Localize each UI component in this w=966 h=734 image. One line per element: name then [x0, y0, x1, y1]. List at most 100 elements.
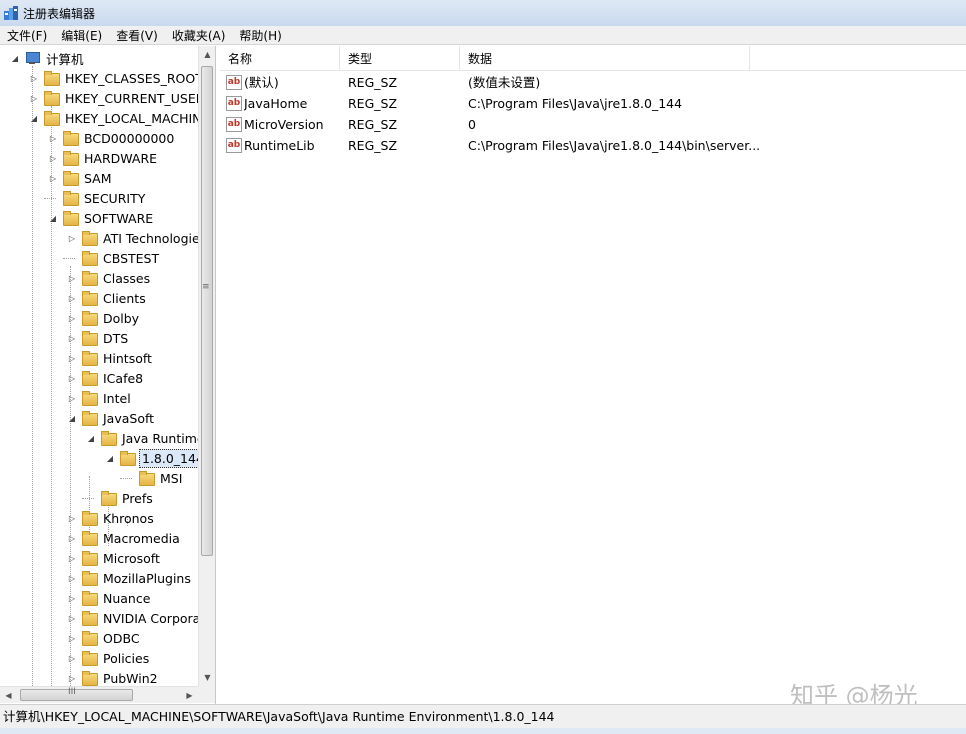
- tree-node-msi[interactable]: MSI: [120, 468, 184, 488]
- tree-node-dts[interactable]: ▷ DTS: [67, 328, 130, 348]
- expand-arrow-icon[interactable]: ▷: [67, 593, 77, 603]
- expand-arrow-icon[interactable]: ▷: [48, 153, 58, 163]
- collapse-arrow-icon[interactable]: ◢: [105, 453, 115, 463]
- tree-node-hintsoft[interactable]: ▷ Hintsoft: [67, 348, 154, 368]
- tree-node-javasoft[interactable]: ◢ JavaSoft: [67, 408, 156, 428]
- folder-icon: [43, 91, 60, 106]
- tree-node-label: Macromedia: [103, 530, 180, 546]
- value-data: C:\Program Files\Java\jre1.8.0_144\bin\s…: [468, 138, 761, 153]
- tree-node-macromedia[interactable]: ▷ Macromedia: [67, 528, 182, 548]
- collapse-arrow-icon[interactable]: ◢: [86, 433, 96, 443]
- menu-help[interactable]: 帮助(H): [232, 27, 288, 44]
- folder-icon: [43, 71, 60, 86]
- expand-arrow-icon[interactable]: ▷: [67, 353, 77, 363]
- column-header-type[interactable]: 类型: [340, 46, 460, 71]
- expand-arrow-icon[interactable]: ▷: [67, 513, 77, 523]
- tree-node-label: SAM: [84, 170, 112, 186]
- tree-node-khronos[interactable]: ▷ Khronos: [67, 508, 156, 528]
- tree-node-1-8-0-144[interactable]: ◢ 1.8.0_144: [105, 448, 198, 468]
- scroll-left-button[interactable]: ◀: [0, 687, 17, 704]
- folder-icon: [81, 631, 98, 646]
- tree-node-policies[interactable]: ▷ Policies: [67, 648, 151, 668]
- tree-node-microsoft[interactable]: ▷ Microsoft: [67, 548, 162, 568]
- scroll-up-button[interactable]: ▲: [199, 46, 215, 63]
- value-name: (默认): [244, 75, 279, 90]
- folder-icon: [81, 571, 98, 586]
- tree-node-cbstest[interactable]: CBSTEST: [63, 248, 161, 268]
- tree-node-nvidia-corpora[interactable]: ▷ NVIDIA Corpora: [67, 608, 198, 628]
- column-header-name[interactable]: 名称: [220, 46, 340, 71]
- expand-arrow-icon[interactable]: ▷: [67, 673, 77, 683]
- tree-node-java-runtime[interactable]: ◢ Java Runtime: [86, 428, 198, 448]
- value-row[interactable]: ab JavaHome REG_SZ C:\Program Files\Java\jr…: [220, 93, 966, 114]
- tree-node-nuance[interactable]: ▷ Nuance: [67, 588, 152, 608]
- collapse-arrow-icon[interactable]: ◢: [29, 113, 39, 123]
- vertical-scroll-thumb[interactable]: [201, 66, 213, 556]
- expand-arrow-icon[interactable]: ▷: [67, 293, 77, 303]
- expand-arrow-icon[interactable]: ▷: [67, 333, 77, 343]
- horizontal-scroll-thumb[interactable]: [20, 689, 133, 701]
- expand-arrow-icon[interactable]: ▷: [67, 633, 77, 643]
- tree-node-bcd00000000[interactable]: ▷ BCD00000000: [48, 128, 176, 148]
- menu-favorites[interactable]: 收藏夹(A): [165, 27, 233, 44]
- column-header-data[interactable]: 数据: [460, 46, 750, 71]
- expand-arrow-icon[interactable]: ▷: [67, 613, 77, 623]
- value-row[interactable]: ab (默认) REG_SZ (数值未设置): [220, 72, 966, 93]
- tree-node-odbc[interactable]: ▷ ODBC: [67, 628, 142, 648]
- tree-node-label: HKEY_CURRENT_USER: [65, 90, 198, 106]
- tree-node-[interactable]: ◢ 计算机: [10, 48, 86, 68]
- expand-arrow-icon[interactable]: ▷: [67, 393, 77, 403]
- folder-icon: [62, 151, 79, 166]
- tree-node-hkey-classes-root[interactable]: ▷ HKEY_CLASSES_ROOT: [29, 68, 198, 88]
- tree-horizontal-scrollbar[interactable]: ◀ III ▶: [0, 686, 198, 703]
- tree-node-security[interactable]: SECURITY: [44, 188, 147, 208]
- menu-file[interactable]: 文件(F): [0, 27, 54, 44]
- expand-arrow-icon[interactable]: ▷: [67, 653, 77, 663]
- expand-arrow-icon[interactable]: ▷: [67, 533, 77, 543]
- scroll-grip-icon: ≡: [202, 282, 210, 292]
- tree-node-hkey-local-machine[interactable]: ◢ HKEY_LOCAL_MACHINE: [29, 108, 198, 128]
- value-row[interactable]: ab MicroVersion REG_SZ 0: [220, 114, 966, 135]
- folder-icon: [119, 451, 136, 466]
- string-value-icon: ab: [226, 138, 242, 153]
- tree-node-classes[interactable]: ▷ Classes: [67, 268, 152, 288]
- collapse-arrow-icon[interactable]: ◢: [48, 213, 58, 223]
- expand-arrow-icon[interactable]: ▷: [29, 93, 39, 103]
- value-name: RuntimeLib: [244, 138, 315, 153]
- expand-arrow-icon[interactable]: ▷: [67, 553, 77, 563]
- tree-node-ati-technologie[interactable]: ▷ ATI Technologie: [67, 228, 198, 248]
- tree-node-intel[interactable]: ▷ Intel: [67, 388, 133, 408]
- tree-node-mozillaplugins[interactable]: ▷ MozillaPlugins: [67, 568, 193, 588]
- collapse-arrow-icon[interactable]: ◢: [10, 53, 20, 63]
- folder-icon: [81, 231, 98, 246]
- tree-node-label: Microsoft: [103, 550, 160, 566]
- tree-vertical-scrollbar[interactable]: ▲ ≡ ▼: [198, 46, 215, 686]
- expand-arrow-icon[interactable]: ▷: [67, 373, 77, 383]
- tree-node-label: DTS: [103, 330, 129, 346]
- tree-node-software[interactable]: ◢ SOFTWARE: [48, 208, 155, 228]
- scroll-right-button[interactable]: ▶: [181, 687, 198, 704]
- tree-node-sam[interactable]: ▷ SAM: [48, 168, 114, 188]
- tree-node-hkey-current-user[interactable]: ▷ HKEY_CURRENT_USER: [29, 88, 198, 108]
- tree-node-icafe8[interactable]: ▷ ICafe8: [67, 368, 145, 388]
- window-title: 注册表编辑器: [23, 6, 96, 21]
- expand-arrow-icon[interactable]: ▷: [67, 233, 77, 243]
- menu-view[interactable]: 查看(V): [109, 27, 165, 44]
- scroll-down-button[interactable]: ▼: [199, 669, 215, 686]
- collapse-arrow-icon[interactable]: ◢: [67, 413, 77, 423]
- expand-arrow-icon[interactable]: ▷: [67, 573, 77, 583]
- value-row[interactable]: ab RuntimeLib REG_SZ C:\Program Files\Java\…: [220, 135, 966, 156]
- expand-arrow-icon[interactable]: ▷: [48, 173, 58, 183]
- menu-edit[interactable]: 编辑(E): [54, 27, 109, 44]
- tree-node-dolby[interactable]: ▷ Dolby: [67, 308, 141, 328]
- expand-arrow-icon[interactable]: ▷: [48, 133, 58, 143]
- expand-arrow-icon[interactable]: ▷: [67, 273, 77, 283]
- tree-node-hardware[interactable]: ▷ HARDWARE: [48, 148, 159, 168]
- tree-node-pubwin2[interactable]: ▷ PubWin2: [67, 668, 160, 686]
- tree-node-label: ATI Technologie: [103, 230, 198, 246]
- expand-arrow-icon[interactable]: ▷: [67, 313, 77, 323]
- tree-node-clients[interactable]: ▷ Clients: [67, 288, 148, 308]
- registry-tree[interactable]: ◢ 计算机 ▷ HKEY_CLASSES_ROOT ▷ HKEY_CURRENT_USER…: [0, 46, 198, 686]
- tree-node-prefs[interactable]: Prefs: [82, 488, 155, 508]
- expand-arrow-icon[interactable]: ▷: [29, 73, 39, 83]
